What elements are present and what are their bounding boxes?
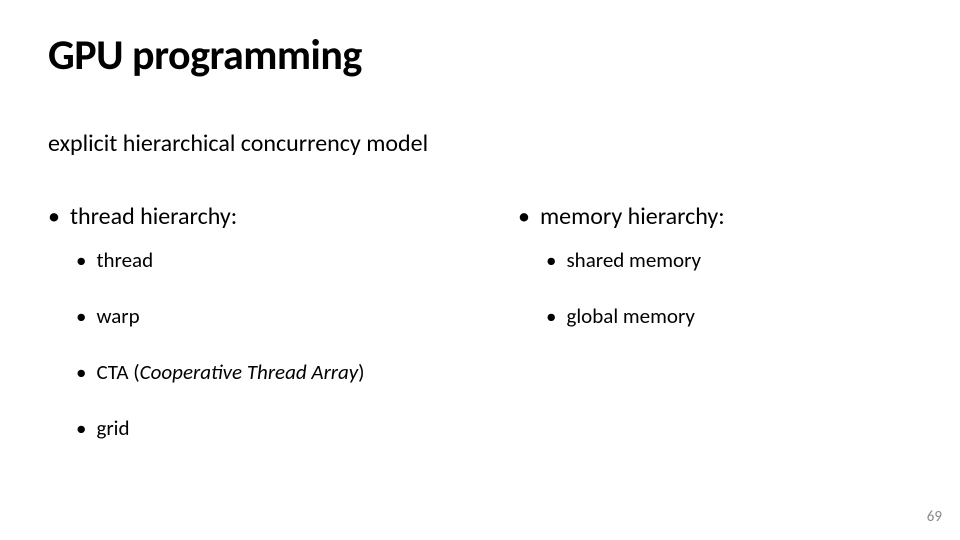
item-text: grid <box>96 415 129 441</box>
list-item: • shared memory <box>546 247 912 273</box>
bullet-icon: • <box>546 306 556 327</box>
item-text: shared memory <box>566 247 701 273</box>
item-text: warp <box>96 303 139 329</box>
bullet-icon: • <box>76 306 86 327</box>
item-text-italic: Cooperative Thread Array <box>140 359 359 385</box>
item-text-suffix: ) <box>358 359 364 385</box>
content-columns: • thread hierarchy: • thread • warp • CT… <box>48 202 912 471</box>
item-text: global memory <box>566 303 694 329</box>
page-number: 69 <box>927 508 942 526</box>
bullet-icon: • <box>76 250 86 271</box>
left-heading-text: thread hierarchy: <box>70 202 237 231</box>
left-heading: • thread hierarchy: <box>48 202 478 231</box>
right-column: • memory hierarchy: • shared memory • gl… <box>518 202 912 471</box>
bullet-icon: • <box>76 362 86 383</box>
slide-title: GPU programming <box>48 30 912 81</box>
right-heading: • memory hierarchy: <box>518 202 912 231</box>
list-item: • grid <box>76 415 478 441</box>
bullet-icon: • <box>48 205 60 229</box>
bullet-icon: • <box>76 418 86 439</box>
item-text: CTA (Cooperative Thread Array) <box>96 359 364 385</box>
slide: GPU programming explicit hierarchical co… <box>0 0 960 540</box>
right-heading-text: memory hierarchy: <box>540 202 725 231</box>
item-text: thread <box>96 247 153 273</box>
left-column: • thread hierarchy: • thread • warp • CT… <box>48 202 478 471</box>
list-item: • warp <box>76 303 478 329</box>
bullet-icon: • <box>518 205 530 229</box>
list-item: • global memory <box>546 303 912 329</box>
slide-subtitle: explicit hierarchical concurrency model <box>48 129 912 158</box>
list-item: • CTA (Cooperative Thread Array) <box>76 359 478 385</box>
list-item: • thread <box>76 247 478 273</box>
bullet-icon: • <box>546 250 556 271</box>
item-text-prefix: CTA ( <box>96 359 139 385</box>
